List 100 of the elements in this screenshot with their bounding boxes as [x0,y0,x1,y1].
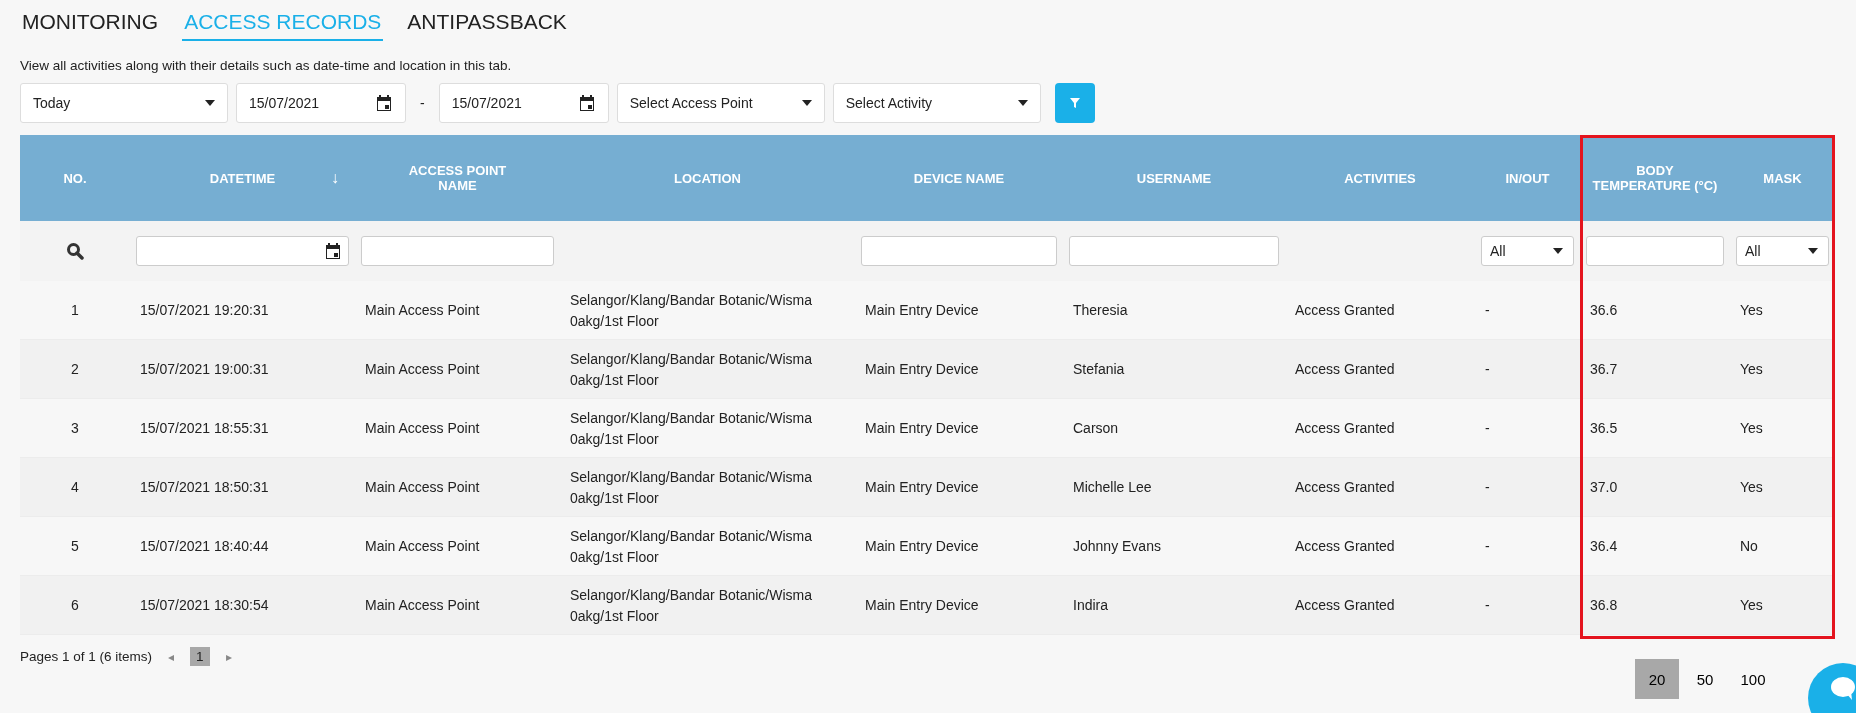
table-cell-text: Selangor/Klang/Bandar Botanic/Wisma 0akg/1st Floor [570,409,814,449]
column-header[interactable]: LOCATION [674,170,741,186]
filter-field[interactable] [861,236,1057,266]
table-cell-text: Main Entry Device [865,419,979,439]
table-cell-text: Main Entry Device [865,537,979,557]
table-cell-text: Theresia [1073,301,1128,321]
filter-field[interactable] [1586,236,1724,266]
table-cell-text: 3 [71,419,79,439]
filter-dropdown[interactable]: All [1481,236,1574,266]
table-cell-text: Stefania [1073,360,1125,380]
table-cell-text: Yes [1740,596,1763,616]
table-cell-text: Main Entry Device [865,596,979,616]
table-cell-text: Main Access Point [365,419,480,439]
column-header[interactable]: DEVICE NAME [913,170,1005,186]
table-cell-text: 36.8 [1590,596,1618,616]
table-cell-text: Selangor/Klang/Bandar Botanic/Wisma 0akg/1st Floor [570,291,814,331]
table-cell-text: Carson [1073,419,1119,439]
table-cell-text: 6 [71,596,79,616]
description-text: View all activities along with their details such as date-time and location in this tab. [20,58,513,73]
next-page-button[interactable]: ▸ [221,649,236,664]
filter-field[interactable] [1069,236,1279,266]
table-cell-text: 1 [71,301,79,321]
table-cell-text: Main Access Point [365,301,480,321]
table-cell-text: 37.0 [1590,478,1618,498]
column-header[interactable]: BODY TEMPERATURE (°C) [1592,163,1718,193]
table-cell-text: 36.6 [1590,301,1618,321]
table-cell-text: Selangor/Klang/Bandar Botanic/Wisma 0akg/1st Floor [570,586,814,626]
caret-icon [205,100,215,106]
column-header[interactable]: NO. [63,170,87,186]
table-cell-text: - [1485,478,1490,498]
previous-page-button[interactable]: ◂ [164,649,179,664]
page-size-button[interactable]: 100 [1731,659,1775,699]
table-cell-text: No [1740,537,1758,557]
calendar-icon [375,94,393,112]
table-cell-text: Access Granted [1295,478,1395,498]
table-cell-text: 15/07/2021 19:00:31 [140,360,269,380]
dropdown[interactable]: Today [20,83,228,123]
caret-icon [1553,248,1563,254]
table-cell-text: Main Access Point [365,478,480,498]
tab[interactable]: ANTIPASSBACK [405,10,569,41]
caret-icon [1808,248,1818,254]
table-cell-text: - [1485,301,1490,321]
filter-button[interactable] [1054,83,1095,123]
date-filter-field[interactable] [136,236,349,266]
table-cell-text: Access Granted [1295,596,1395,616]
column-header[interactable]: ACCESS POINT NAME [395,163,520,193]
calendar-icon [324,242,342,260]
table-cell-text: 15/07/2021 18:40:44 [140,537,269,557]
pager-summary: Pages 1 of 1 (6 items) [20,649,153,664]
table-cell-text: 15/07/2021 18:30:54 [140,596,269,616]
table-cell-text: Indira [1073,596,1109,616]
table-cell-text: 15/07/2021 18:50:31 [140,478,269,498]
table-cell-text: Access Granted [1295,419,1395,439]
table-cell-text: Access Granted [1295,537,1395,557]
filter-field[interactable] [361,236,554,266]
page-size-button[interactable]: 20 [1635,659,1679,699]
table-cell-text: - [1485,596,1490,616]
table-cell-text: Yes [1740,478,1763,498]
table-cell-text: - [1485,360,1490,380]
table-cell-text: Main Access Point [365,360,480,380]
search-icon[interactable] [66,242,84,260]
table-cell-text: - [1485,419,1490,439]
tab[interactable]: ACCESS RECORDS [182,10,384,41]
table-cell-text: Michelle Lee [1073,478,1152,498]
table-cell-text: Access Granted [1295,360,1395,380]
sort-arrow-icon[interactable]: ↓ [331,169,339,187]
tab[interactable]: MONITORING [20,10,161,41]
table-cell-text: Yes [1740,419,1763,439]
page-size-button[interactable]: 50 [1683,659,1727,699]
table-cell-text: 36.7 [1590,360,1618,380]
table-cell-text: Main Access Point [365,537,480,557]
table-cell-text: Access Granted [1295,301,1395,321]
calendar-icon [577,94,596,112]
date-field[interactable]: 15/07/2021 [438,83,609,123]
table-cell-text: 2 [71,360,79,380]
column-header[interactable]: DATETIME [209,170,276,186]
table-cell-text: 5 [71,537,79,557]
column-header[interactable]: ACTIVITIES [1344,170,1416,186]
table-cell-text: Selangor/Klang/Bandar Botanic/Wisma 0akg/1st Floor [570,350,814,390]
table-cell-text: Main Entry Device [865,301,979,321]
filter-icon [1068,97,1081,109]
dropdown[interactable]: Select Access Point [616,83,825,123]
range-separator: - [419,95,426,111]
caret-icon [1017,100,1028,106]
dropdown[interactable]: Select Activity [832,83,1041,123]
filter-dropdown[interactable]: All [1736,236,1829,266]
page-button[interactable]: 1 [190,647,210,666]
table-cell-text: Yes [1740,301,1763,321]
table-cell-text: Yes [1740,360,1763,380]
date-field[interactable]: 15/07/2021 [236,83,406,123]
column-header[interactable]: MASK [1763,170,1802,186]
column-header[interactable]: IN/OUT [1505,170,1550,186]
table-cell-text: - [1485,537,1490,557]
table-cell-text: 15/07/2021 19:20:31 [140,301,269,321]
table-cell-text: Main Entry Device [865,360,979,380]
column-header[interactable]: USERNAME [1136,170,1212,186]
table-cell-text: 36.5 [1590,419,1618,439]
table-cell-text: 4 [71,478,79,498]
caret-icon [801,100,812,106]
table-cell-text: Selangor/Klang/Bandar Botanic/Wisma 0akg/1st Floor [570,468,814,508]
